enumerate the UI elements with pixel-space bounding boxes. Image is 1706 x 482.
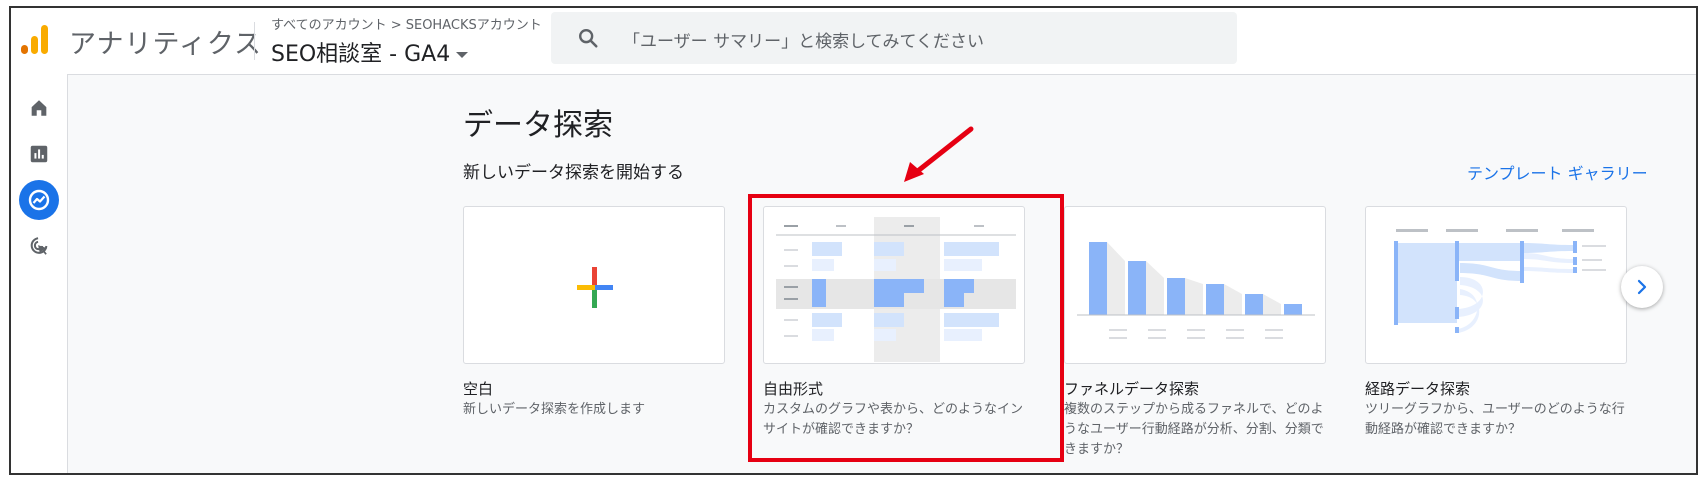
template-gallery-link[interactable]: テンプレート ギャラリー	[1467, 160, 1648, 184]
card-title: 空白	[463, 380, 494, 398]
nav-advertising-button[interactable]	[19, 226, 59, 266]
property-name: SEO相談室 - GA4	[271, 42, 451, 67]
colored-plus-icon	[577, 267, 613, 308]
caret-down-icon	[456, 52, 469, 58]
home-icon	[31, 100, 47, 116]
top-app-bar: アナリティクス すべてのアカウント > SEOHACKSアカウント SEO相談室…	[11, 8, 1696, 75]
funnel-exploration-card[interactable]	[1064, 206, 1326, 364]
card-title: 経路データ探索	[1365, 380, 1471, 398]
app-title: アナリティクス	[69, 29, 263, 60]
app-window: アナリティクス すべてのアカウント > SEOHACKSアカウント SEO相談室…	[9, 6, 1698, 475]
carousel-next-button[interactable]	[1621, 266, 1663, 308]
funnel-chart-illustration	[1077, 242, 1315, 339]
card-description: 新しいデータ探索を作成します	[463, 402, 646, 417]
card-description: ツリーグラフから、ユーザーのどのような行動経路が確認できますか？	[1365, 402, 1625, 437]
reports-icon	[30, 145, 48, 163]
card-description: 複数のステップから成るファネルで、どのようなユーザー行動経路が分析、分割、分類で…	[1064, 402, 1324, 457]
left-nav-rail	[11, 74, 68, 473]
search-placeholder: 「ユーザー サマリー」と検索してみてください	[623, 32, 985, 52]
search-icon	[579, 29, 598, 48]
advertising-icon	[30, 237, 48, 255]
page-title: データ探索	[463, 108, 613, 143]
header-divider	[254, 22, 255, 60]
section-subtitle: 新しいデータ探索を開始する	[463, 163, 684, 183]
search-bar[interactable]: 「ユーザー サマリー」と検索してみてください	[551, 12, 1237, 64]
chevron-right-icon	[1637, 279, 1647, 295]
highlight-box-annotation	[748, 194, 1064, 462]
account-breadcrumb[interactable]: すべてのアカウント > SEOHACKSアカウント	[271, 14, 542, 33]
analytics-logo-icon[interactable]	[21, 25, 49, 55]
nav-home-button[interactable]	[19, 88, 59, 128]
blank-exploration-card[interactable]	[463, 206, 725, 364]
nav-explore-button[interactable]	[19, 180, 59, 220]
nav-reports-button[interactable]	[19, 134, 59, 174]
red-arrow-annotation	[904, 126, 974, 182]
property-selector[interactable]: SEO相談室 - GA4	[271, 36, 469, 68]
card-title: ファネルデータ探索	[1064, 380, 1200, 398]
explore-icon	[28, 189, 50, 211]
path-exploration-card[interactable]	[1365, 206, 1627, 364]
path-tree-illustration	[1394, 229, 1606, 333]
